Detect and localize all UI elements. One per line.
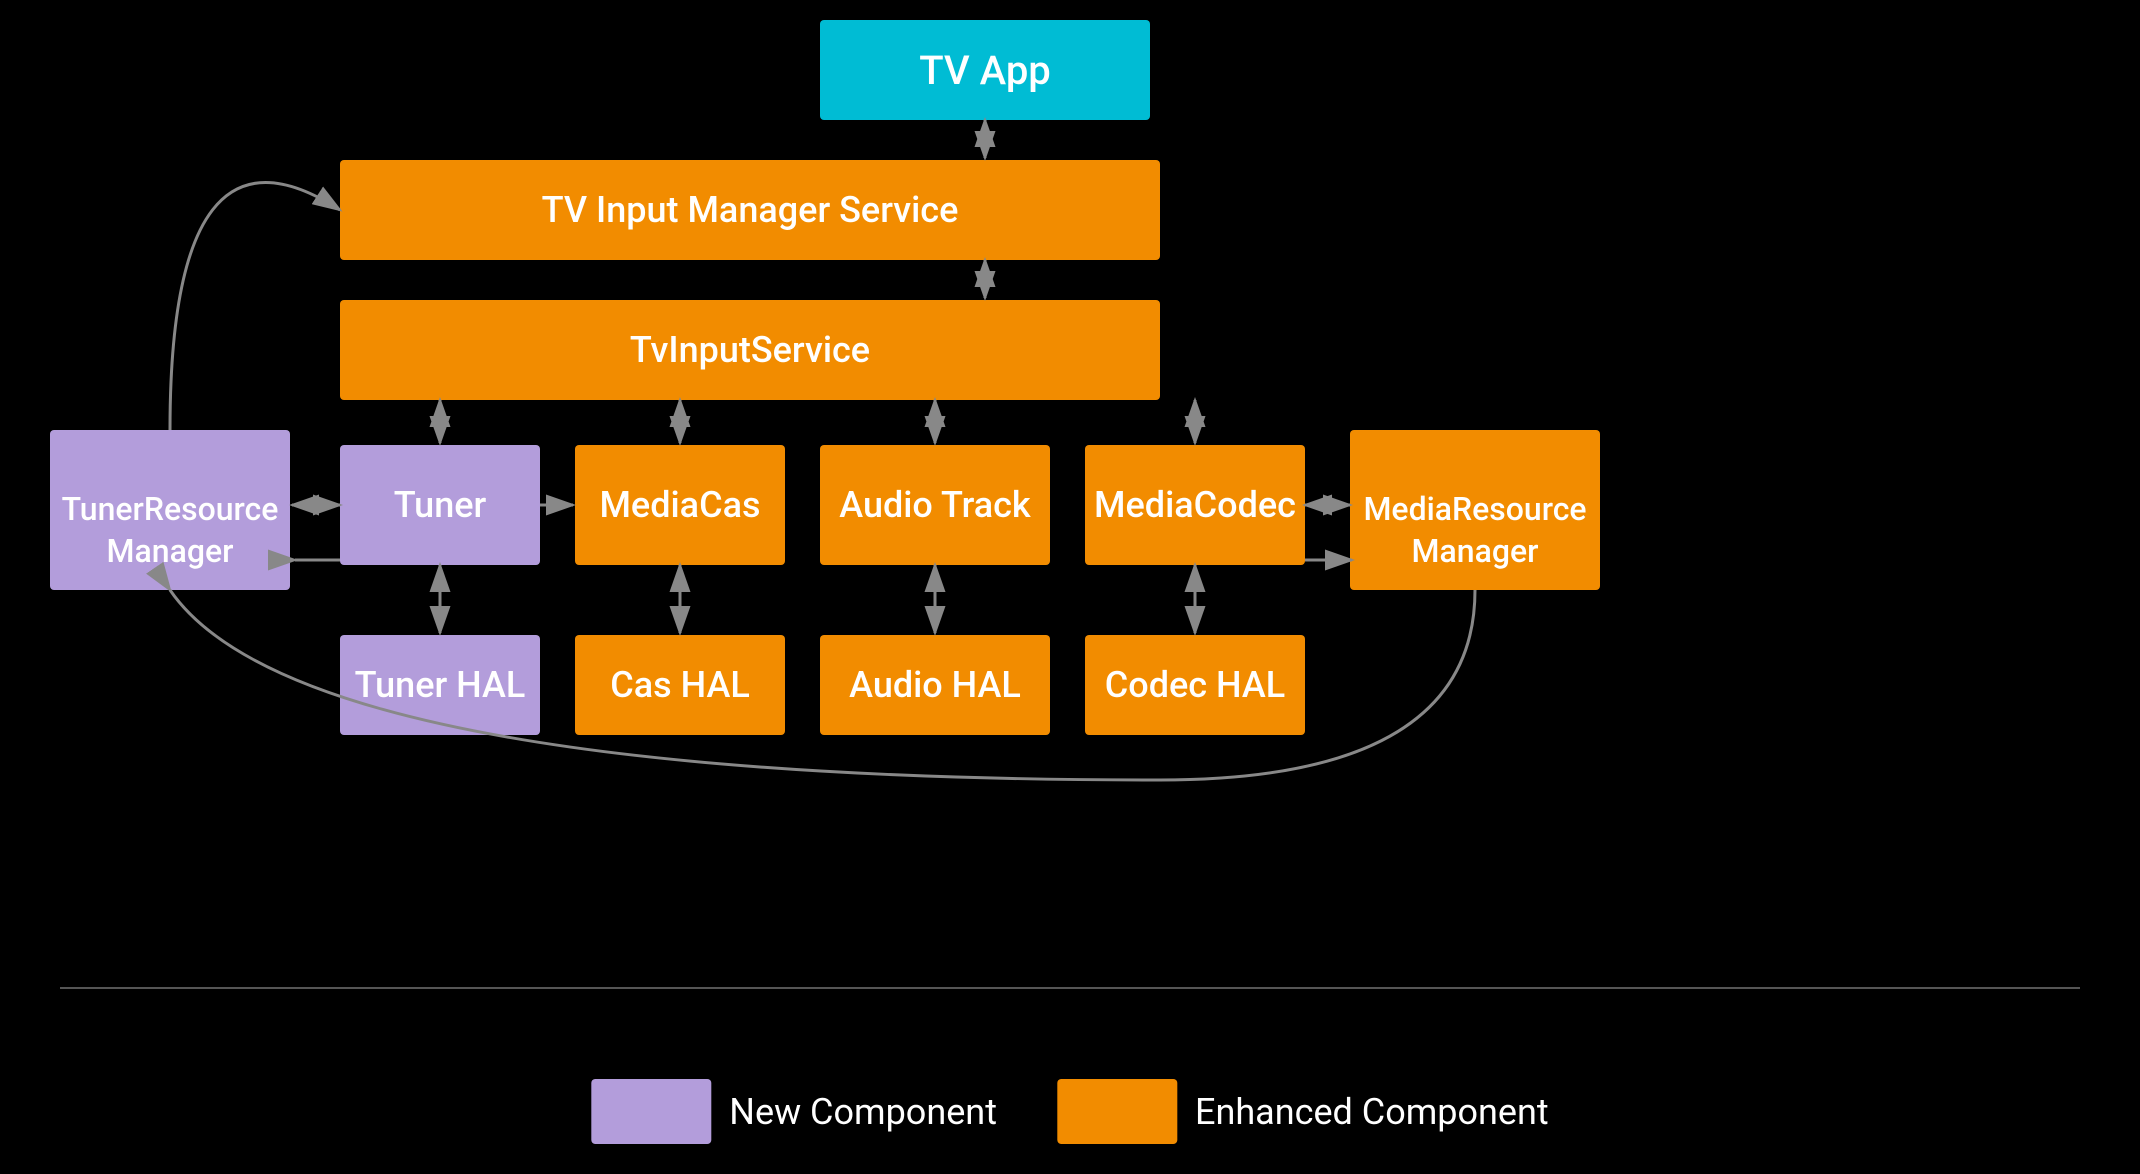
- tv-input-manager-block: TV Input Manager Service: [340, 160, 1160, 260]
- new-component-box: [591, 1079, 711, 1144]
- enhanced-component-label: Enhanced Component: [1195, 1091, 1549, 1133]
- audio-hal-block: Audio HAL: [820, 635, 1050, 735]
- tuner-resource-manager-block: TunerResource Manager: [50, 430, 290, 590]
- media-cas-block: MediaCas: [575, 445, 785, 565]
- cas-hal-block: Cas HAL: [575, 635, 785, 735]
- new-component-legend: New Component: [591, 1079, 997, 1144]
- tuner-block: Tuner: [340, 445, 540, 565]
- legend-area: New Component Enhanced Component: [591, 1079, 1548, 1144]
- media-resource-manager-block: MediaResource Manager: [1350, 430, 1600, 590]
- codec-hal-block: Codec HAL: [1085, 635, 1305, 735]
- enhanced-component-legend: Enhanced Component: [1057, 1079, 1549, 1144]
- tuner-hal-block: Tuner HAL: [340, 635, 540, 735]
- tv-app-block: TV App: [820, 20, 1150, 120]
- tv-input-service-block: TvInputService: [340, 300, 1160, 400]
- enhanced-component-box: [1057, 1079, 1177, 1144]
- media-codec-block: MediaCodec: [1085, 445, 1305, 565]
- legend-divider: [60, 987, 2080, 989]
- diagram-container: TV App TV Input Manager Service TvInputS…: [0, 0, 2140, 1174]
- new-component-label: New Component: [729, 1091, 997, 1133]
- audio-track-block: Audio Track: [820, 445, 1050, 565]
